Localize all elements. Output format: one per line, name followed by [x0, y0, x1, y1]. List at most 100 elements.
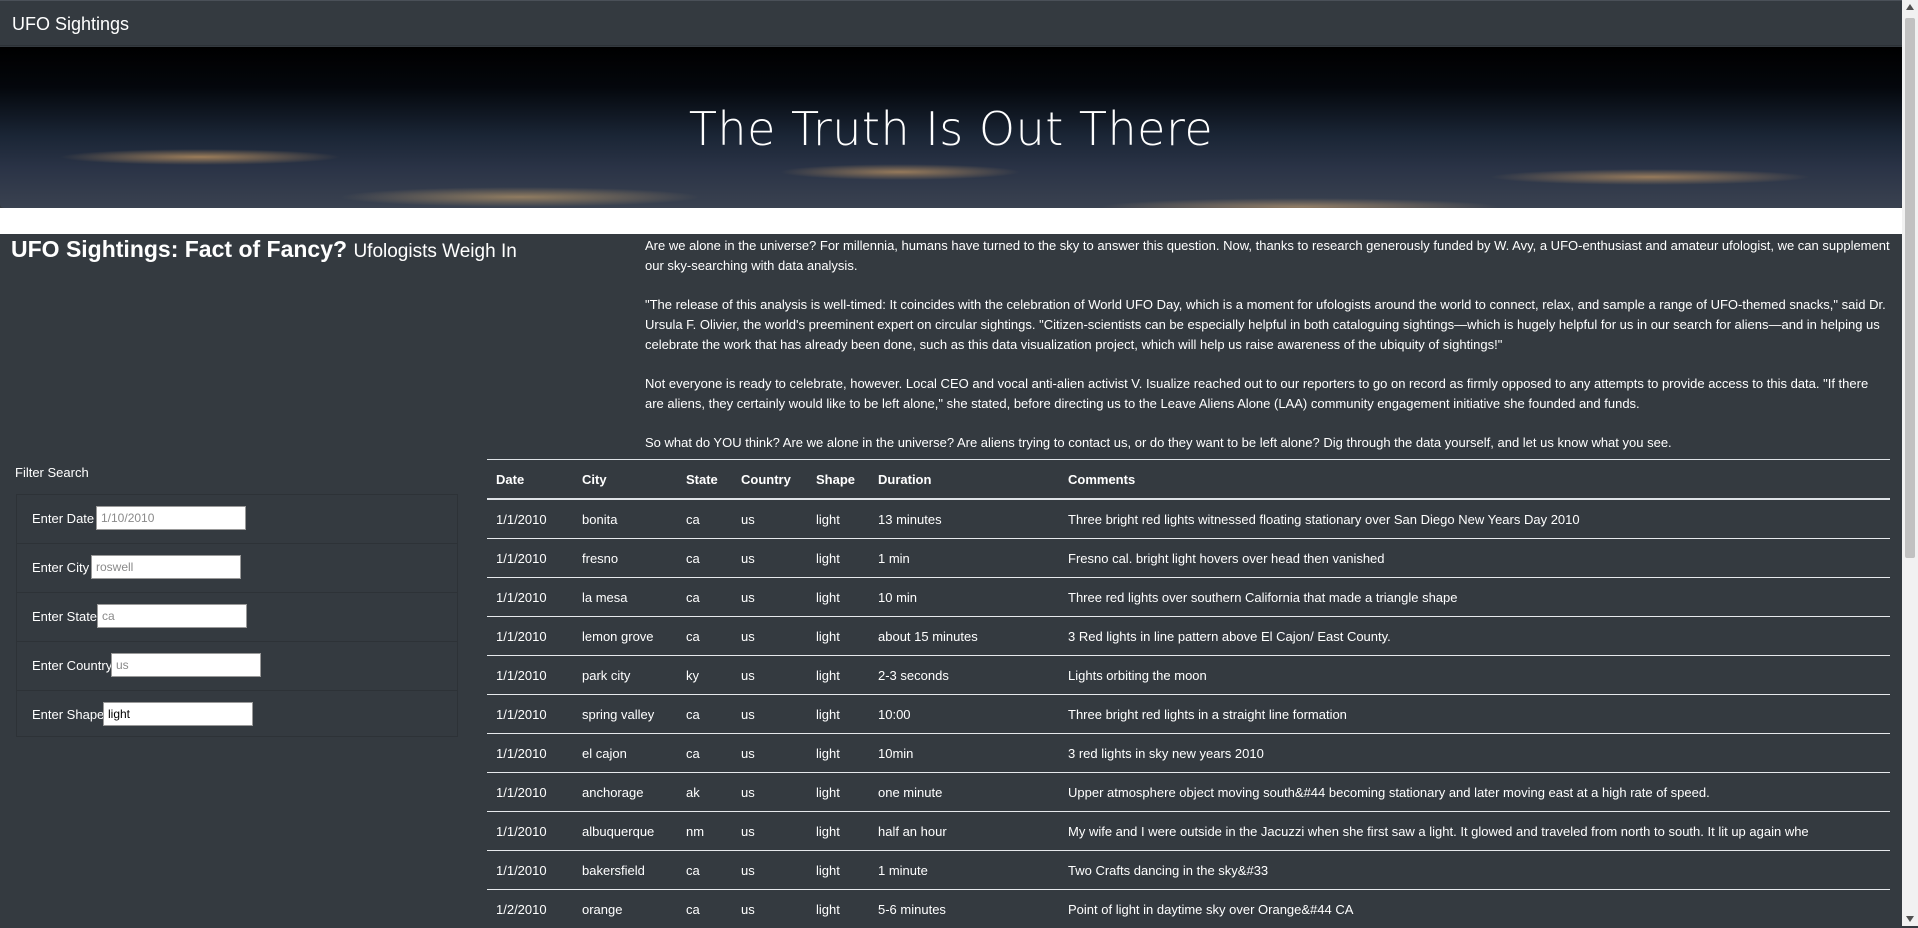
- cell-city: la mesa: [573, 578, 677, 617]
- city-label: Enter City: [32, 560, 89, 575]
- cell-date: 1/1/2010: [487, 539, 573, 578]
- cell-duration: 1 min: [869, 539, 1059, 578]
- cell-date: 1/2/2010: [487, 890, 573, 928]
- filter-state: Enter State: [17, 593, 457, 642]
- cell-comments: Three bright red lights witnessed floati…: [1059, 499, 1890, 539]
- header-shape: Shape: [807, 460, 869, 500]
- cell-state: ca: [677, 734, 732, 773]
- cell-shape: light: [807, 539, 869, 578]
- cell-date: 1/1/2010: [487, 812, 573, 851]
- table-row: 1/1/2010bonitacauslight13 minutesThree b…: [487, 499, 1890, 539]
- cell-shape: light: [807, 851, 869, 890]
- cell-shape: light: [807, 499, 869, 539]
- filter-country: Enter Country: [17, 642, 457, 691]
- cell-country: us: [732, 539, 807, 578]
- table-row: 1/1/2010bakersfieldcauslight1 minuteTwo …: [487, 851, 1890, 890]
- cell-shape: light: [807, 656, 869, 695]
- cell-date: 1/1/2010: [487, 773, 573, 812]
- hero-banner: The Truth Is Out There: [0, 47, 1902, 208]
- cell-city: lemon grove: [573, 617, 677, 656]
- scrollbar-thumb[interactable]: [1905, 18, 1915, 558]
- cell-city: fresno: [573, 539, 677, 578]
- cell-comments: Lights orbiting the moon: [1059, 656, 1890, 695]
- cell-country: us: [732, 773, 807, 812]
- article-heading: UFO Sightings: Fact of Fancy? Ufologists…: [11, 236, 517, 263]
- cell-comments: Upper atmosphere object moving south&#44…: [1059, 773, 1890, 812]
- table-row: 1/1/2010albuquerquenmuslighthalf an hour…: [487, 812, 1890, 851]
- header-duration: Duration: [869, 460, 1059, 500]
- cell-city: bonita: [573, 499, 677, 539]
- cell-date: 1/1/2010: [487, 578, 573, 617]
- city-input[interactable]: [91, 555, 241, 579]
- filter-search-title: Filter Search: [15, 465, 89, 480]
- shape-input[interactable]: [103, 702, 253, 726]
- table-body: 1/1/2010bonitacauslight13 minutesThree b…: [487, 499, 1890, 928]
- cell-state: ca: [677, 851, 732, 890]
- cell-comments: Three red lights over southern Californi…: [1059, 578, 1890, 617]
- article-title: UFO Sightings: Fact of Fancy?: [11, 236, 347, 262]
- header-state: State: [677, 460, 732, 500]
- cell-city: park city: [573, 656, 677, 695]
- cell-date: 1/1/2010: [487, 851, 573, 890]
- header-date: Date: [487, 460, 573, 500]
- country-input[interactable]: [111, 653, 261, 677]
- cell-comments: Two Crafts dancing in the sky&#33: [1059, 851, 1890, 890]
- state-input[interactable]: [97, 604, 247, 628]
- date-label: Enter Date: [32, 511, 94, 526]
- ufo-table: Date City State Country Shape Duration C…: [487, 459, 1890, 928]
- cell-comments: 3 Red lights in line pattern above El Ca…: [1059, 617, 1890, 656]
- cell-country: us: [732, 851, 807, 890]
- navbar: UFO Sightings: [0, 0, 1902, 46]
- scroll-up-icon[interactable]: [1906, 4, 1914, 10]
- cell-shape: light: [807, 617, 869, 656]
- cell-state: ca: [677, 578, 732, 617]
- page-scrollbar[interactable]: [1902, 0, 1918, 926]
- article-paragraph: Are we alone in the universe? For millen…: [645, 236, 1890, 276]
- cell-city: anchorage: [573, 773, 677, 812]
- cell-state: ca: [677, 890, 732, 928]
- filter-city: Enter City: [17, 544, 457, 593]
- cell-state: ca: [677, 499, 732, 539]
- cell-comments: Point of light in daytime sky over Orang…: [1059, 890, 1890, 928]
- table-row: 1/2/2010orangecauslight5-6 minutesPoint …: [487, 890, 1890, 928]
- cell-city: spring valley: [573, 695, 677, 734]
- cell-state: ak: [677, 773, 732, 812]
- state-label: Enter State: [32, 609, 97, 624]
- country-label: Enter Country: [32, 658, 112, 673]
- cell-duration: half an hour: [869, 812, 1059, 851]
- cell-duration: 13 minutes: [869, 499, 1059, 539]
- table-row: 1/1/2010fresnocauslight1 minFresno cal. …: [487, 539, 1890, 578]
- cell-shape: light: [807, 890, 869, 928]
- cell-duration: 10:00: [869, 695, 1059, 734]
- header-city: City: [573, 460, 677, 500]
- cell-duration: 2-3 seconds: [869, 656, 1059, 695]
- cell-country: us: [732, 578, 807, 617]
- cell-country: us: [732, 890, 807, 928]
- cell-comments: Fresno cal. bright light hovers over hea…: [1059, 539, 1890, 578]
- date-input[interactable]: [96, 506, 246, 530]
- article-subtitle: Ufologists Weigh In: [353, 241, 516, 262]
- cell-shape: light: [807, 773, 869, 812]
- cell-state: ca: [677, 539, 732, 578]
- cell-city: bakersfield: [573, 851, 677, 890]
- cell-shape: light: [807, 734, 869, 773]
- cell-date: 1/1/2010: [487, 617, 573, 656]
- cell-country: us: [732, 617, 807, 656]
- filter-list: Enter Date Enter City Enter State Enter …: [16, 494, 458, 737]
- cell-country: us: [732, 499, 807, 539]
- cell-duration: one minute: [869, 773, 1059, 812]
- cell-comments: My wife and I were outside in the Jacuzz…: [1059, 812, 1890, 851]
- cell-state: ky: [677, 656, 732, 695]
- cell-state: nm: [677, 812, 732, 851]
- navbar-brand[interactable]: UFO Sightings: [12, 14, 129, 35]
- hero-band: [0, 208, 1902, 234]
- table-row: 1/1/2010spring valleycauslight10:00Three…: [487, 695, 1890, 734]
- scroll-down-icon[interactable]: [1906, 916, 1914, 922]
- article-paragraph: Not everyone is ready to celebrate, howe…: [645, 374, 1890, 414]
- cell-city: orange: [573, 890, 677, 928]
- cell-country: us: [732, 656, 807, 695]
- cell-duration: 1 minute: [869, 851, 1059, 890]
- cell-city: el cajon: [573, 734, 677, 773]
- table-header-row: Date City State Country Shape Duration C…: [487, 460, 1890, 500]
- ufo-table-container: Date City State Country Shape Duration C…: [487, 459, 1890, 928]
